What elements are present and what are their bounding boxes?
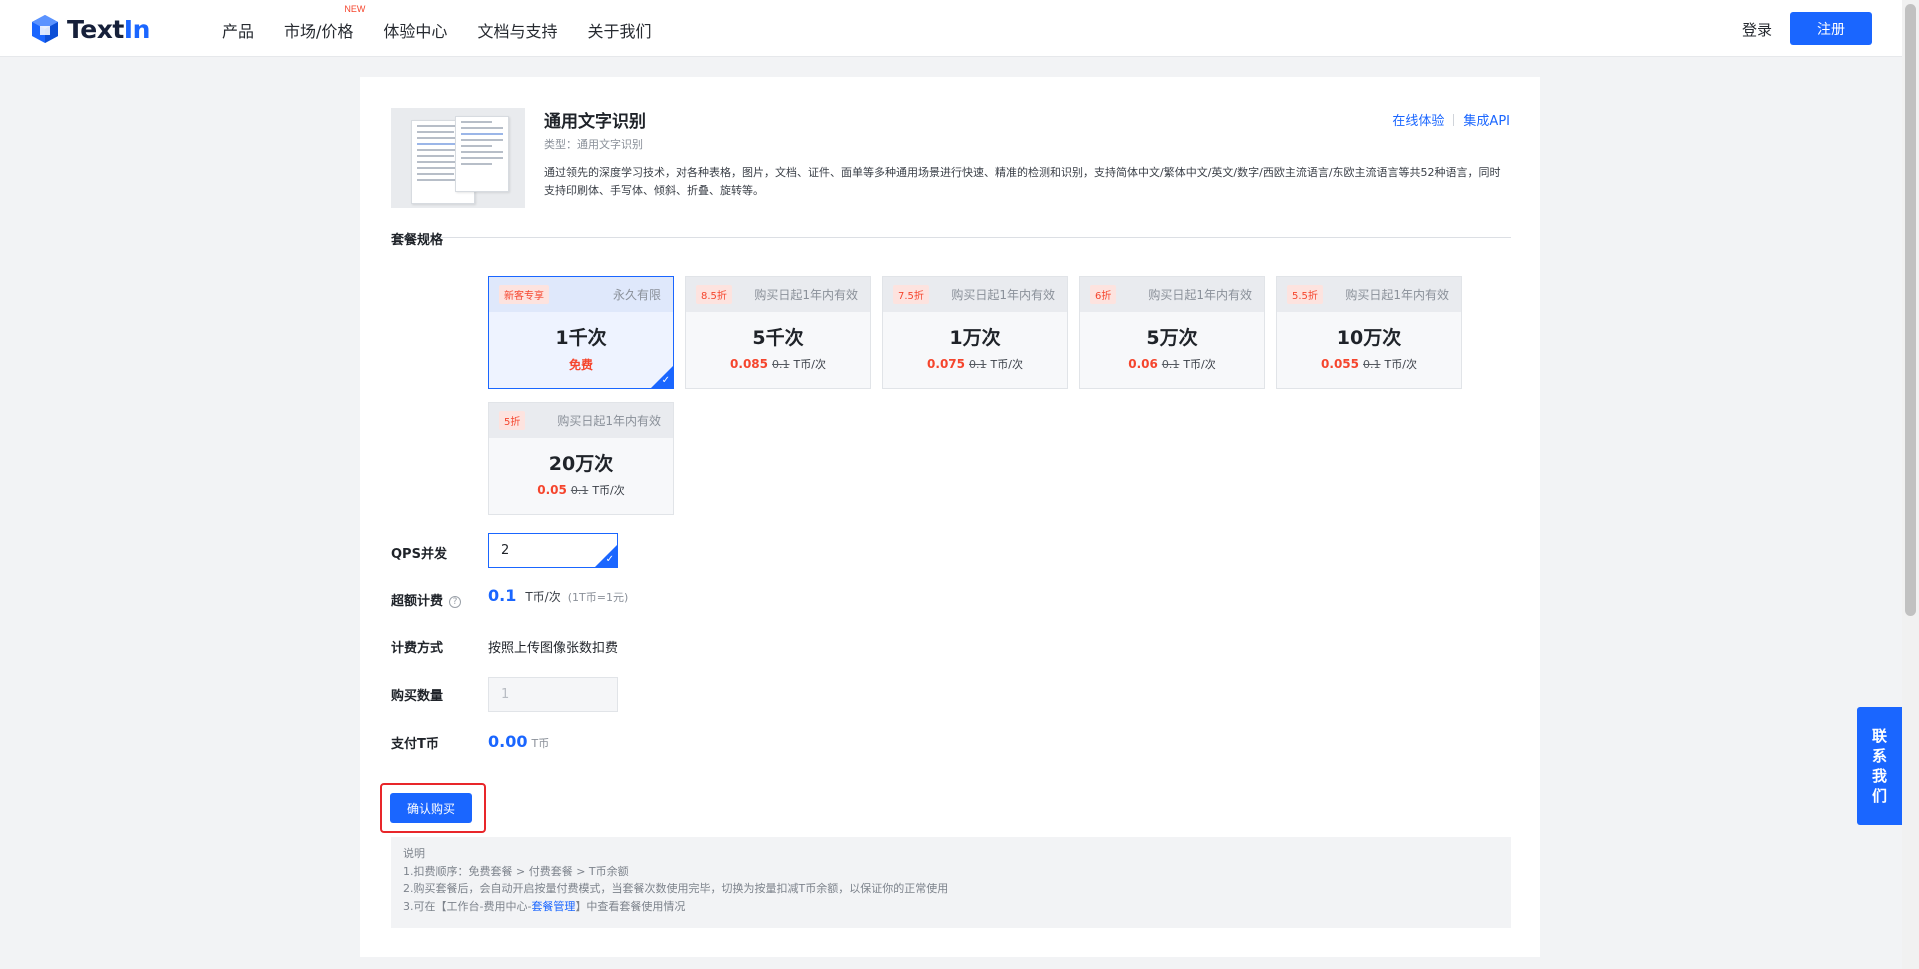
overage-unit: T币/次 xyxy=(525,590,561,604)
plan-validity: 购买日起1年内有效 xyxy=(1148,288,1252,302)
nav-item-about-us[interactable]: 关于我们 xyxy=(587,18,651,42)
product-type: 类型：通用文字识别 xyxy=(544,138,643,151)
discount-badge: 7.5折 xyxy=(893,285,929,304)
qps-value: 2 xyxy=(501,543,510,558)
plan-option-100k[interactable]: 5.5折 购买日起1年内有效 10万次 0.055 0.1 T币/次 xyxy=(1276,276,1462,389)
nav-item-docs-support[interactable]: 文档与支持 xyxy=(477,18,557,42)
plan-validity: 购买日起1年内有效 xyxy=(754,288,858,302)
plan-header: 5.5折 购买日起1年内有效 xyxy=(1277,277,1461,312)
product-thumbnail xyxy=(391,108,525,208)
product-description: 通过领先的深度学习技术，对各种表格，图片，文档、证件、面单等多种通用场景进行快速… xyxy=(544,166,1501,197)
notes-line-1: 1.扣费顺序：免费套餐 > 付费套餐 > T币余额 xyxy=(403,864,629,878)
contact-char: 们 xyxy=(1871,787,1887,805)
plan-management-link[interactable]: 套餐管理 xyxy=(531,900,575,913)
plan-validity: 购买日起1年内有效 xyxy=(1345,288,1449,302)
plan-header: 新客专享 永久有限 xyxy=(489,277,673,312)
online-trial-link[interactable]: 在线体验 xyxy=(1392,110,1444,129)
discount-badge: 6折 xyxy=(1090,285,1117,304)
overage-label: 超额计费? xyxy=(391,590,462,609)
overage-note: (1T币=1元) xyxy=(567,591,629,604)
product-links: 在线体验 集成API xyxy=(1392,110,1510,129)
billing-method-value: 按照上传图像张数扣费 xyxy=(488,641,619,656)
logo-text: TextIn xyxy=(67,14,150,44)
discount-badge: 新客专享 xyxy=(499,285,549,304)
plan-name: 5万次 xyxy=(1146,327,1198,349)
check-icon: ✓ xyxy=(605,554,614,565)
plan-option-200k[interactable]: 5折 购买日起1年内有效 20万次 0.05 0.1 T币/次 xyxy=(488,402,674,515)
scrollbar-thumb[interactable] xyxy=(1905,4,1916,616)
plan-price: 0.05 0.1 T币/次 xyxy=(537,483,625,497)
plan-option-10k[interactable]: 7.5折 购买日起1年内有效 1万次 0.075 0.1 T币/次 xyxy=(882,276,1068,389)
plan-spec-caption: 套餐规格 xyxy=(391,233,444,248)
contact-us-button[interactable]: 联 系 我 们 xyxy=(1857,707,1902,825)
plan-name: 1万次 xyxy=(949,327,1001,349)
plan-price: 0.06 0.1 T币/次 xyxy=(1128,357,1216,371)
contact-char: 联 xyxy=(1871,727,1887,745)
plan-validity: 购买日起1年内有效 xyxy=(951,288,1055,302)
integrate-api-link[interactable]: 集成API xyxy=(1463,110,1510,129)
login-link[interactable]: 登录 xyxy=(1742,19,1772,40)
textin-logo-icon xyxy=(32,15,58,43)
discount-badge: 5.5折 xyxy=(1287,285,1323,304)
nav-item-market-pricing-label: 市场/价格 xyxy=(284,22,354,41)
notes-line-3: 3.可在【工作台-费用中心-套餐管理】中查看套餐使用情况 xyxy=(403,899,686,913)
plan-option-5k[interactable]: 8.5折 购买日起1年内有效 5千次 0.085 0.1 T币/次 xyxy=(685,276,871,389)
nav-item-products[interactable]: 产品 xyxy=(222,18,254,42)
plan-price: 0.055 0.1 T币/次 xyxy=(1321,357,1417,371)
link-separator xyxy=(1453,113,1455,126)
nav-item-market-pricing[interactable]: 市场/价格 NEW xyxy=(284,4,365,42)
plan-price: 0.085 0.1 T币/次 xyxy=(730,357,826,371)
confirm-purchase-button[interactable]: 确认购买 xyxy=(390,793,472,823)
plan-price: 免费 xyxy=(568,358,593,372)
register-button[interactable]: 注册 xyxy=(1790,12,1872,45)
document-thumbnail-icon-2 xyxy=(455,116,509,192)
page-scrollbar[interactable] xyxy=(1902,0,1919,969)
plan-header: 6折 购买日起1年内有效 xyxy=(1080,277,1264,312)
check-icon: ✓ xyxy=(661,375,670,386)
notes-box: 说明 1.扣费顺序：免费套餐 > 付费套餐 > T币余额 2.购买套餐后，会自动… xyxy=(391,837,1511,928)
contact-char: 我 xyxy=(1871,767,1887,785)
pay-unit: T币 xyxy=(531,737,550,750)
pay-value: 0.00 xyxy=(488,732,528,751)
overage-price: 0.1 T币/次 (1T币=1元) xyxy=(488,586,628,605)
notes-line-2: 2.购买套餐后，会自动开启按量付费模式，当套餐次数使用完毕，切换为按量扣减T币余… xyxy=(403,882,949,895)
top-header: TextIn 产品 市场/价格 NEW 体验中心 文档与支持 关于我们 登录 注… xyxy=(0,0,1902,57)
plan-name: 10万次 xyxy=(1336,327,1402,349)
quantity-value: 1 xyxy=(501,687,510,702)
product-card: 通用文字识别 类型：通用文字识别 通过领先的深度学习技术，对各种表格，图片，文档… xyxy=(360,77,1540,957)
contact-char: 系 xyxy=(1871,747,1887,765)
plan-option-50k[interactable]: 6折 购买日起1年内有效 5万次 0.06 0.1 T币/次 xyxy=(1079,276,1265,389)
textin-logo[interactable]: TextIn xyxy=(31,14,150,44)
plan-header: 8.5折 购买日起1年内有效 xyxy=(686,277,870,312)
overage-value: 0.1 xyxy=(488,586,517,605)
pay-amount: 0.00 T币 xyxy=(488,732,549,751)
billing-method-label: 计费方式 xyxy=(391,641,444,656)
plan-header: 7.5折 购买日起1年内有效 xyxy=(883,277,1067,312)
qps-select[interactable]: 2 ✓ xyxy=(488,533,618,568)
section-divider xyxy=(391,237,1511,238)
quantity-label: 购买数量 xyxy=(391,689,444,704)
plan-name: 20万次 xyxy=(548,453,614,475)
nav-item-experience-center[interactable]: 体验中心 xyxy=(383,18,447,42)
plan-validity: 永久有限 xyxy=(612,288,661,302)
product-title: 通用文字识别 xyxy=(544,112,646,132)
new-badge: NEW xyxy=(344,4,366,14)
qps-label: QPS并发 xyxy=(391,547,447,562)
discount-badge: 8.5折 xyxy=(696,285,732,304)
plan-validity: 购买日起1年内有效 xyxy=(557,414,661,428)
plan-header: 5折 购买日起1年内有效 xyxy=(489,403,673,438)
notes-title: 说明 xyxy=(403,847,425,860)
plan-name: 5千次 xyxy=(752,327,804,349)
plan-price: 0.075 0.1 T币/次 xyxy=(927,357,1023,371)
pay-tcoin-label: 支付T币 xyxy=(391,737,439,752)
plan-name: 1千次 xyxy=(555,327,607,349)
help-icon[interactable]: ? xyxy=(449,596,462,608)
quantity-input[interactable]: 1 xyxy=(488,677,618,712)
plan-option-1k[interactable]: 新客专享 永久有限 1千次 免费 ✓ xyxy=(488,276,674,389)
confirm-highlight-box: 确认购买 xyxy=(380,783,486,833)
discount-badge: 5折 xyxy=(499,411,526,430)
main-nav: 产品 市场/价格 NEW 体验中心 文档与支持 关于我们 xyxy=(222,4,681,42)
